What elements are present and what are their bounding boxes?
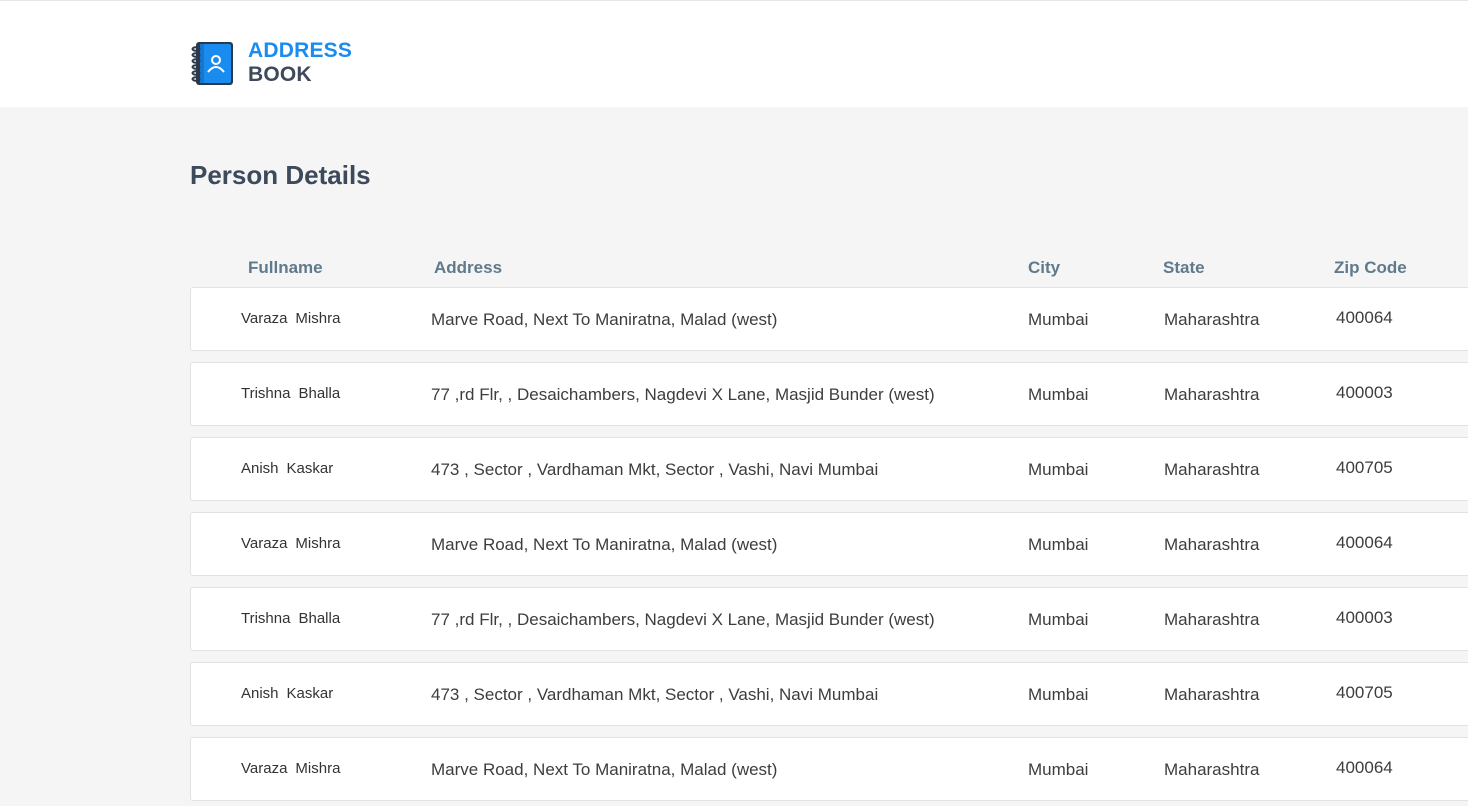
fullname-cell: Anish Kaskar: [241, 685, 333, 702]
column-header-fullname[interactable]: Fullname: [248, 258, 323, 278]
brand-logo[interactable]: ADDRESS BOOK: [191, 39, 352, 87]
page-title: Person Details: [190, 160, 371, 190]
fullname-cell: Trishna Bhalla: [241, 610, 340, 627]
fullname-cell: Varaza Mishra: [241, 310, 340, 327]
zip-cell: 400064: [1336, 533, 1393, 552]
address-cell: 473 , Sector , Vardhaman Mkt, Sector , V…: [431, 460, 879, 479]
column-header-zip-code[interactable]: Zip Code: [1334, 258, 1407, 278]
first-name: Trishna: [241, 610, 291, 627]
column-header-state[interactable]: State: [1163, 258, 1205, 278]
zip-cell: 400064: [1336, 308, 1393, 327]
city-cell: Mumbai: [1028, 760, 1089, 779]
fullname-cell: Varaza Mishra: [241, 535, 340, 552]
first-name: Varaza: [241, 760, 288, 777]
address-cell: 77 ,rd Flr, , Desaichambers, Nagdevi X L…: [431, 385, 935, 404]
table-row[interactable]: Varaza Mishra Marve Road, Next To Manirat…: [190, 737, 1468, 801]
city-cell: Mumbai: [1028, 535, 1089, 554]
address-cell: Marve Road, Next To Maniratna, Malad (we…: [431, 760, 778, 779]
last-name: Kaskar: [286, 685, 334, 702]
last-name: Kaskar: [286, 460, 334, 477]
state-cell: Maharashtra: [1164, 460, 1260, 479]
table-row[interactable]: Anish Kaskar 473 , Sector , Vardhaman Mkt…: [190, 662, 1468, 726]
address-cell: Marve Road, Next To Maniratna, Malad (we…: [431, 310, 778, 329]
zip-cell: 400003: [1336, 383, 1393, 402]
fullname-cell: Trishna Bhalla: [241, 385, 340, 402]
state-cell: Maharashtra: [1164, 610, 1260, 629]
first-name: Anish: [241, 685, 279, 702]
address-cell: Marve Road, Next To Maniratna, Malad (we…: [431, 535, 778, 554]
state-cell: Maharashtra: [1164, 385, 1260, 404]
city-cell: Mumbai: [1028, 385, 1089, 404]
table-row[interactable]: Varaza Mishra Marve Road, Next To Manirat…: [190, 512, 1468, 576]
address-book-icon: [191, 41, 236, 86]
app-header: ADDRESS BOOK: [0, 0, 1468, 107]
first-name: Anish: [241, 460, 279, 477]
last-name: Mishra: [295, 310, 341, 327]
brand-line2: BOOK: [248, 63, 312, 86]
city-cell: Mumbai: [1028, 610, 1089, 629]
table-header: Fullname Address City State Zip Code: [190, 258, 1468, 282]
zip-cell: 400064: [1336, 758, 1393, 777]
zip-cell: 400003: [1336, 608, 1393, 627]
state-cell: Maharashtra: [1164, 685, 1260, 704]
last-name: Mishra: [295, 760, 341, 777]
first-name: Varaza: [241, 310, 288, 327]
city-cell: Mumbai: [1028, 685, 1089, 704]
zip-cell: 400705: [1336, 683, 1393, 702]
state-cell: Maharashtra: [1164, 310, 1260, 329]
column-header-city[interactable]: City: [1028, 258, 1060, 278]
zip-cell: 400705: [1336, 458, 1393, 477]
last-name: Bhalla: [298, 385, 341, 402]
city-cell: Mumbai: [1028, 460, 1089, 479]
city-cell: Mumbai: [1028, 310, 1089, 329]
table-row[interactable]: Varaza Mishra Marve Road, Next To Manirat…: [190, 287, 1468, 351]
table-row[interactable]: Anish Kaskar 473 , Sector , Vardhaman Mkt…: [190, 437, 1468, 501]
fullname-cell: Varaza Mishra: [241, 760, 340, 777]
table-row[interactable]: Trishna Bhalla 77 ,rd Flr, , Desaichamber…: [190, 362, 1468, 426]
brand-name: ADDRESS BOOK: [248, 39, 352, 87]
first-name: Varaza: [241, 535, 288, 552]
address-cell: 473 , Sector , Vardhaman Mkt, Sector , V…: [431, 685, 879, 704]
last-name: Bhalla: [298, 610, 341, 627]
first-name: Trishna: [241, 385, 291, 402]
state-cell: Maharashtra: [1164, 535, 1260, 554]
table-row[interactable]: Trishna Bhalla 77 ,rd Flr, , Desaichamber…: [190, 587, 1468, 651]
state-cell: Maharashtra: [1164, 760, 1260, 779]
last-name: Mishra: [295, 535, 341, 552]
address-cell: 77 ,rd Flr, , Desaichambers, Nagdevi X L…: [431, 610, 935, 629]
fullname-cell: Anish Kaskar: [241, 460, 333, 477]
column-header-address[interactable]: Address: [434, 258, 502, 278]
brand-line1: ADDRESS: [248, 39, 353, 62]
